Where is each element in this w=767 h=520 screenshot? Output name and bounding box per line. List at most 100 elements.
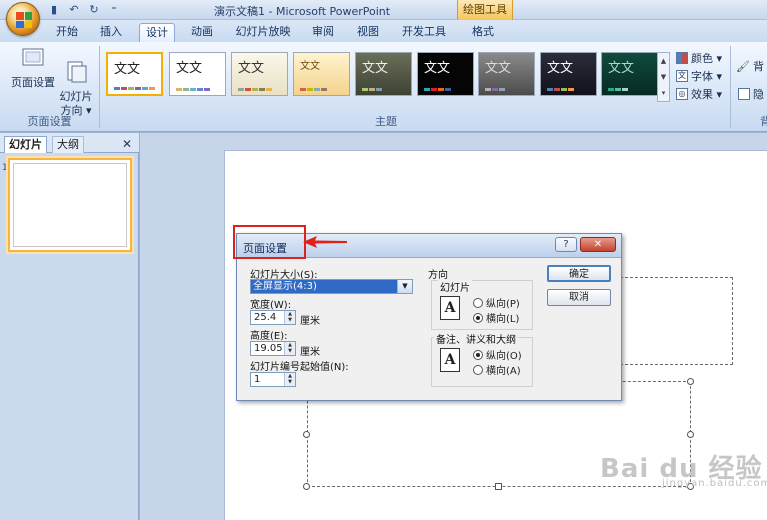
height-field[interactable]: 19.05 ▲ ▼ <box>250 341 296 356</box>
tab-outline[interactable]: 大纲 <box>52 136 84 153</box>
colors-icon <box>676 52 688 64</box>
radio-selected-icon <box>473 312 483 323</box>
tab-home[interactable]: 开始 <box>50 23 84 42</box>
resize-handle[interactable] <box>687 431 694 438</box>
resize-handle[interactable] <box>495 483 502 490</box>
effects-label: 效果 ▾ <box>691 88 723 101</box>
slides-pane-tabs: 幻灯片 大纲 ✕ <box>0 133 139 153</box>
page-setup-label: 页面设置 <box>11 76 55 89</box>
slide-number: 1 <box>2 163 8 173</box>
tab-slideshow[interactable]: 幻灯片放映 <box>230 23 296 42</box>
ribbon: 页面设置 幻灯片 方向 ▾ 页面设置 文文 文文 文文 文文 文文 文文 文文 … <box>0 42 767 132</box>
window-title: 演示文稿1 - Microsoft PowerPoint <box>214 5 391 18</box>
quick-access-toolbar: ▮ ↶ ↻ ⁼ <box>46 2 122 17</box>
radio-icon <box>473 364 483 375</box>
theme-flow[interactable]: 文文 <box>478 52 535 96</box>
checkbox-icon <box>738 88 750 100</box>
landscape-label: 横向(L) <box>486 314 520 325</box>
colors-label: 颜色 ▾ <box>691 52 723 65</box>
height-value: 19.05 <box>254 343 283 354</box>
theme-foundry[interactable]: 文文 <box>540 52 597 96</box>
cancel-button[interactable]: 取消 <box>547 289 611 306</box>
theme-text: 文文 <box>176 61 203 76</box>
customize-qat-icon[interactable]: ⁼ <box>106 2 122 17</box>
undo-icon[interactable]: ↶ <box>66 2 82 17</box>
theme-effects-button[interactable]: ◎ 效果 ▾ <box>676 86 722 102</box>
theme-text: 文文 <box>362 61 389 76</box>
width-field[interactable]: 25.4 ▲ ▼ <box>250 310 296 325</box>
office-button[interactable] <box>6 2 40 36</box>
effects-icon: ◎ <box>676 88 688 100</box>
theme-text: 文文 <box>485 61 512 76</box>
close-button[interactable]: ✕ <box>580 237 616 252</box>
resize-handle[interactable] <box>303 431 310 438</box>
theme-text: 文文 <box>547 61 574 76</box>
fonts-label: 字体 ▾ <box>691 70 723 83</box>
tab-format[interactable]: 格式 <box>466 23 500 42</box>
save-icon[interactable]: ▮ <box>46 2 62 17</box>
title-bar: ▮ ↶ ↻ ⁼ 演示文稿1 - Microsoft PowerPoint 绘图工… <box>0 0 767 20</box>
slide-size-select[interactable]: 全屏显示(4:3) ▼ <box>250 279 413 294</box>
portrait-label: 纵向(P) <box>486 299 520 310</box>
theme-aspect[interactable]: 文文 <box>231 52 288 96</box>
theme-median[interactable]: 文文 <box>601 52 658 96</box>
theme-apex[interactable]: 文文 <box>169 52 226 96</box>
width-spinner[interactable]: ▲ ▼ <box>284 311 295 324</box>
ok-button[interactable]: 确定 <box>547 265 611 282</box>
slides-orientation-icon: A <box>440 296 460 320</box>
scroll-up-icon[interactable]: ▲ <box>658 53 669 69</box>
notes-landscape-radio[interactable]: 横向(A) <box>473 362 521 377</box>
width-value: 25.4 <box>254 312 277 323</box>
resize-handle[interactable] <box>303 483 310 490</box>
tab-animations[interactable]: 动画 <box>185 23 219 42</box>
background-styles-icon: 🖌 <box>736 59 750 73</box>
tab-developer[interactable]: 开发工具 <box>397 23 451 42</box>
theme-concourse[interactable]: 文文 <box>355 52 412 96</box>
theme-equity[interactable]: 文文 <box>417 52 474 96</box>
background-styles-label: 背 <box>752 60 764 73</box>
help-button[interactable]: ? <box>555 237 577 252</box>
slide-thumbnail-canvas <box>13 163 127 247</box>
slides-portrait-radio[interactable]: 纵向(P) <box>473 295 520 310</box>
theme-gallery-scroll[interactable]: ▲ ▼ ▾ <box>657 52 670 102</box>
notes-landscape-label: 横向(A) <box>486 366 521 377</box>
hide-background-checkbox[interactable]: 隐 <box>738 86 764 102</box>
background-group-label: 背 <box>760 115 767 128</box>
group-separator <box>730 46 731 128</box>
width-label: 宽度(W): <box>250 300 292 311</box>
resize-handle[interactable] <box>687 378 694 385</box>
background-styles-button[interactable]: 🖌 背 <box>736 58 764 74</box>
slides-group-label: 幻灯片 <box>438 279 472 294</box>
notes-group-label: 备注、讲义和大纲 <box>434 331 518 346</box>
height-spinner[interactable]: ▲ ▼ <box>284 342 295 355</box>
start-number-field[interactable]: 1 ▲ ▼ <box>250 372 296 387</box>
fonts-icon: 文 <box>676 70 688 82</box>
tab-design[interactable]: 设计 <box>139 23 175 42</box>
slides-landscape-radio[interactable]: 横向(L) <box>473 310 519 325</box>
theme-civic[interactable]: 文文 <box>293 52 350 96</box>
slides-pane: 幻灯片 大纲 ✕ 1 <box>0 133 139 520</box>
theme-text: 文文 <box>608 61 635 76</box>
theme-text: 文文 <box>238 61 265 76</box>
ribbon-tabs: 开始 插入 设计 动画 幻灯片放映 审阅 视图 开发工具 格式 <box>0 20 767 42</box>
chevron-down-icon[interactable]: ▼ <box>397 280 412 293</box>
close-pane-icon[interactable]: ✕ <box>118 136 136 153</box>
page-setup-group-label: 页面设置 <box>27 115 72 128</box>
page-setup-button[interactable]: 页面设置 <box>10 46 56 90</box>
width-unit: 厘米 <box>300 316 320 327</box>
tab-slides[interactable]: 幻灯片 <box>4 136 47 153</box>
theme-colors-button[interactable]: 颜色 ▾ <box>676 50 722 66</box>
scroll-down-icon[interactable]: ▼ <box>658 69 669 85</box>
tab-view[interactable]: 视图 <box>351 23 385 42</box>
theme-office[interactable]: 文文 <box>106 52 163 96</box>
start-number-label: 幻灯片编号起始值(N): <box>250 362 349 373</box>
redo-icon[interactable]: ↻ <box>86 2 102 17</box>
gallery-more-icon[interactable]: ▾ <box>658 85 669 101</box>
context-tab-title: 绘图工具 <box>457 0 513 20</box>
slide-thumbnail[interactable] <box>8 158 132 252</box>
tab-insert[interactable]: 插入 <box>94 23 128 42</box>
theme-fonts-button[interactable]: 文字体 ▾ <box>676 68 722 84</box>
tab-review[interactable]: 审阅 <box>306 23 340 42</box>
notes-portrait-radio[interactable]: 纵向(O) <box>473 347 522 362</box>
start-number-spinner[interactable]: ▲ ▼ <box>284 373 295 386</box>
